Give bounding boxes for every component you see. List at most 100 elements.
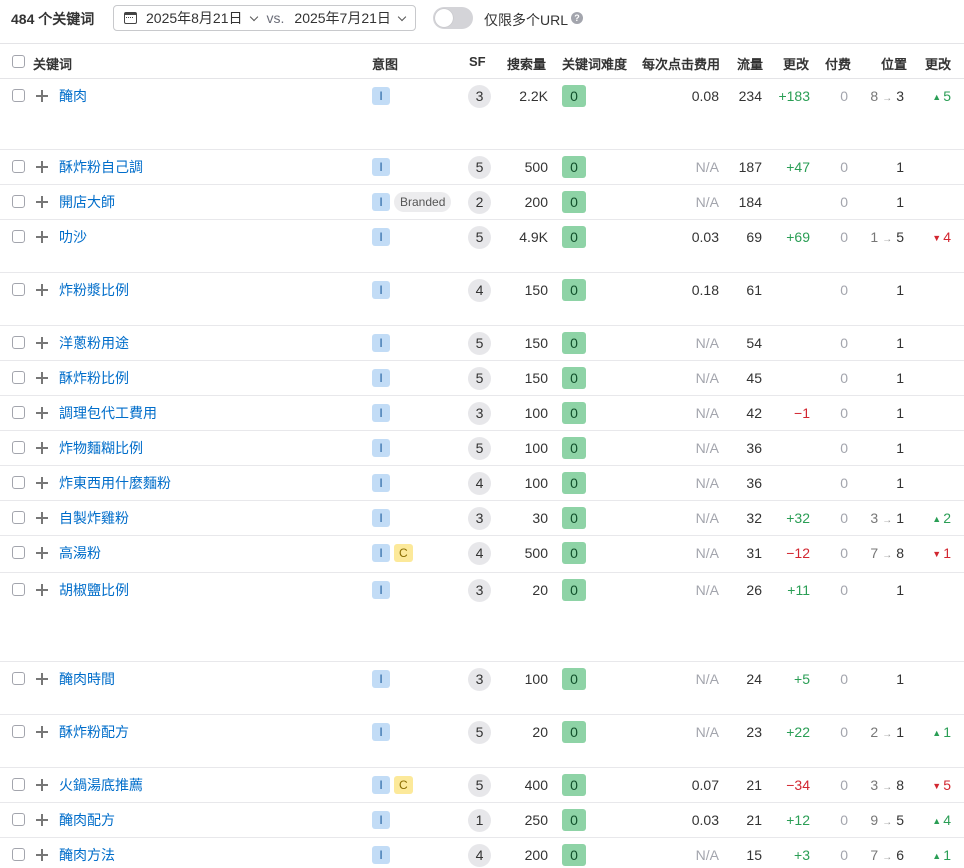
serp-features-count[interactable]: 5 — [468, 226, 491, 249]
keyword-difficulty: 0 — [562, 156, 586, 178]
row-checkbox[interactable] — [12, 546, 25, 559]
row-checkbox[interactable] — [12, 813, 25, 826]
keyword-link[interactable]: 醃肉時間 — [59, 670, 115, 688]
position-change: ▲ 1 — [932, 723, 951, 742]
plus-icon[interactable] — [36, 231, 48, 243]
row-checkbox[interactable] — [12, 230, 25, 243]
col-paid[interactable]: 付费 — [825, 54, 851, 73]
plus-icon[interactable] — [36, 372, 48, 384]
serp-features-count[interactable]: 3 — [468, 507, 491, 530]
plus-icon[interactable] — [36, 673, 48, 685]
plus-icon[interactable] — [36, 337, 48, 349]
col-kd[interactable]: 关键词难度 — [562, 54, 627, 73]
col-sf[interactable]: SF — [469, 54, 486, 69]
keyword-link[interactable]: 高湯粉 — [59, 544, 101, 562]
plus-icon[interactable] — [36, 584, 48, 596]
plus-icon[interactable] — [36, 442, 48, 454]
row-checkbox[interactable] — [12, 371, 25, 384]
row-checkbox[interactable] — [12, 195, 25, 208]
col-volume[interactable]: 搜索量 — [507, 54, 546, 73]
traffic-change: +32 — [786, 510, 810, 526]
plus-icon[interactable] — [36, 90, 48, 102]
keyword-link[interactable]: 火鍋湯底推薦 — [59, 776, 143, 794]
plus-icon[interactable] — [36, 477, 48, 489]
help-icon[interactable]: ? — [571, 12, 583, 24]
serp-features-count[interactable]: 4 — [468, 844, 491, 867]
col-traffic[interactable]: 流量 — [737, 54, 763, 73]
keyword-link[interactable]: 醃肉方法 — [59, 846, 115, 864]
serp-features-count[interactable]: 4 — [468, 279, 491, 302]
col-cpc[interactable]: 每次点击费用 — [642, 54, 720, 73]
keyword-link[interactable]: 叻沙 — [59, 228, 87, 246]
row-checkbox[interactable] — [12, 406, 25, 419]
row-checkbox[interactable] — [12, 778, 25, 791]
plus-icon[interactable] — [36, 726, 48, 738]
row-checkbox[interactable] — [12, 725, 25, 738]
row-checkbox[interactable] — [12, 160, 25, 173]
paid-value: 0 — [840, 88, 848, 104]
plus-icon[interactable] — [36, 814, 48, 826]
keyword-link[interactable]: 炸物麵糊比例 — [59, 439, 143, 457]
serp-features-count[interactable]: 5 — [468, 367, 491, 390]
plus-icon[interactable] — [36, 284, 48, 296]
row-checkbox[interactable] — [12, 672, 25, 685]
serp-features-count[interactable]: 3 — [468, 402, 491, 425]
serp-features-count[interactable]: 2 — [468, 191, 491, 214]
serp-features-count[interactable]: 3 — [468, 579, 491, 602]
serp-features-count[interactable]: 5 — [468, 437, 491, 460]
keyword-link[interactable]: 醃肉配方 — [59, 811, 115, 829]
plus-icon[interactable] — [36, 512, 48, 524]
serp-features-count[interactable]: 5 — [468, 156, 491, 179]
serp-features-count[interactable]: 5 — [468, 721, 491, 744]
traffic-value: 45 — [746, 370, 762, 386]
serp-features-count[interactable]: 3 — [468, 85, 491, 108]
position-value: 1 — [896, 334, 904, 352]
plus-icon[interactable] — [36, 161, 48, 173]
search-volume: 400 — [524, 777, 548, 793]
row-checkbox[interactable] — [12, 89, 25, 102]
row-checkbox[interactable] — [12, 283, 25, 296]
plus-icon[interactable] — [36, 196, 48, 208]
col-position[interactable]: 位置 — [881, 54, 907, 73]
row-checkbox[interactable] — [12, 848, 25, 861]
plus-icon[interactable] — [36, 547, 48, 559]
col-traffic-change[interactable]: 更改 — [783, 54, 809, 73]
select-all-checkbox[interactable] — [12, 55, 25, 68]
serp-features-count[interactable]: 3 — [468, 668, 491, 691]
keyword-link[interactable]: 胡椒鹽比例 — [59, 581, 129, 599]
serp-features-count[interactable]: 4 — [468, 542, 491, 565]
paid-value: 0 — [840, 475, 848, 491]
row-checkbox[interactable] — [12, 583, 25, 596]
keyword-link[interactable]: 酥炸粉自己調 — [59, 158, 143, 176]
multiple-url-toggle[interactable] — [433, 7, 473, 29]
keyword-link[interactable]: 炸粉漿比例 — [59, 281, 129, 299]
row-checkbox[interactable] — [12, 441, 25, 454]
keyword-link[interactable]: 開店大師 — [59, 193, 115, 211]
plus-icon[interactable] — [36, 849, 48, 861]
plus-icon[interactable] — [36, 407, 48, 419]
col-intent[interactable]: 意图 — [372, 54, 398, 73]
traffic-value: 54 — [746, 335, 762, 351]
serp-features-count[interactable]: 1 — [468, 809, 491, 832]
serp-features-count[interactable]: 5 — [468, 332, 491, 355]
row-checkbox[interactable] — [12, 476, 25, 489]
keyword-link[interactable]: 自製炸雞粉 — [59, 509, 129, 527]
row-checkbox[interactable] — [12, 336, 25, 349]
col-keyword[interactable]: 关键词 — [33, 54, 72, 73]
keyword-link[interactable]: 醃肉 — [59, 87, 87, 105]
row-checkbox[interactable] — [12, 511, 25, 524]
date-range-picker[interactable]: 2025年8月21日 vs. 2025年7月21日 — [113, 5, 416, 31]
plus-icon[interactable] — [36, 779, 48, 791]
serp-features-count[interactable]: 4 — [468, 472, 491, 495]
position-to: 5 — [896, 812, 904, 828]
col-position-change[interactable]: 更改 — [925, 54, 951, 73]
keyword-link[interactable]: 洋蔥粉用途 — [59, 334, 129, 352]
keyword-link[interactable]: 調理包代工費用 — [59, 404, 157, 422]
table-row: 酥炸粉自己調 I 5 500 0 N/A 187 +47 0 1 — [0, 150, 964, 185]
position-change-value: 1 — [943, 545, 951, 561]
traffic-value: 184 — [738, 194, 762, 210]
serp-features-count[interactable]: 5 — [468, 774, 491, 797]
keyword-link[interactable]: 酥炸粉比例 — [59, 369, 129, 387]
keyword-link[interactable]: 炸東西用什麼麵粉 — [59, 474, 171, 492]
keyword-link[interactable]: 酥炸粉配方 — [59, 723, 129, 741]
